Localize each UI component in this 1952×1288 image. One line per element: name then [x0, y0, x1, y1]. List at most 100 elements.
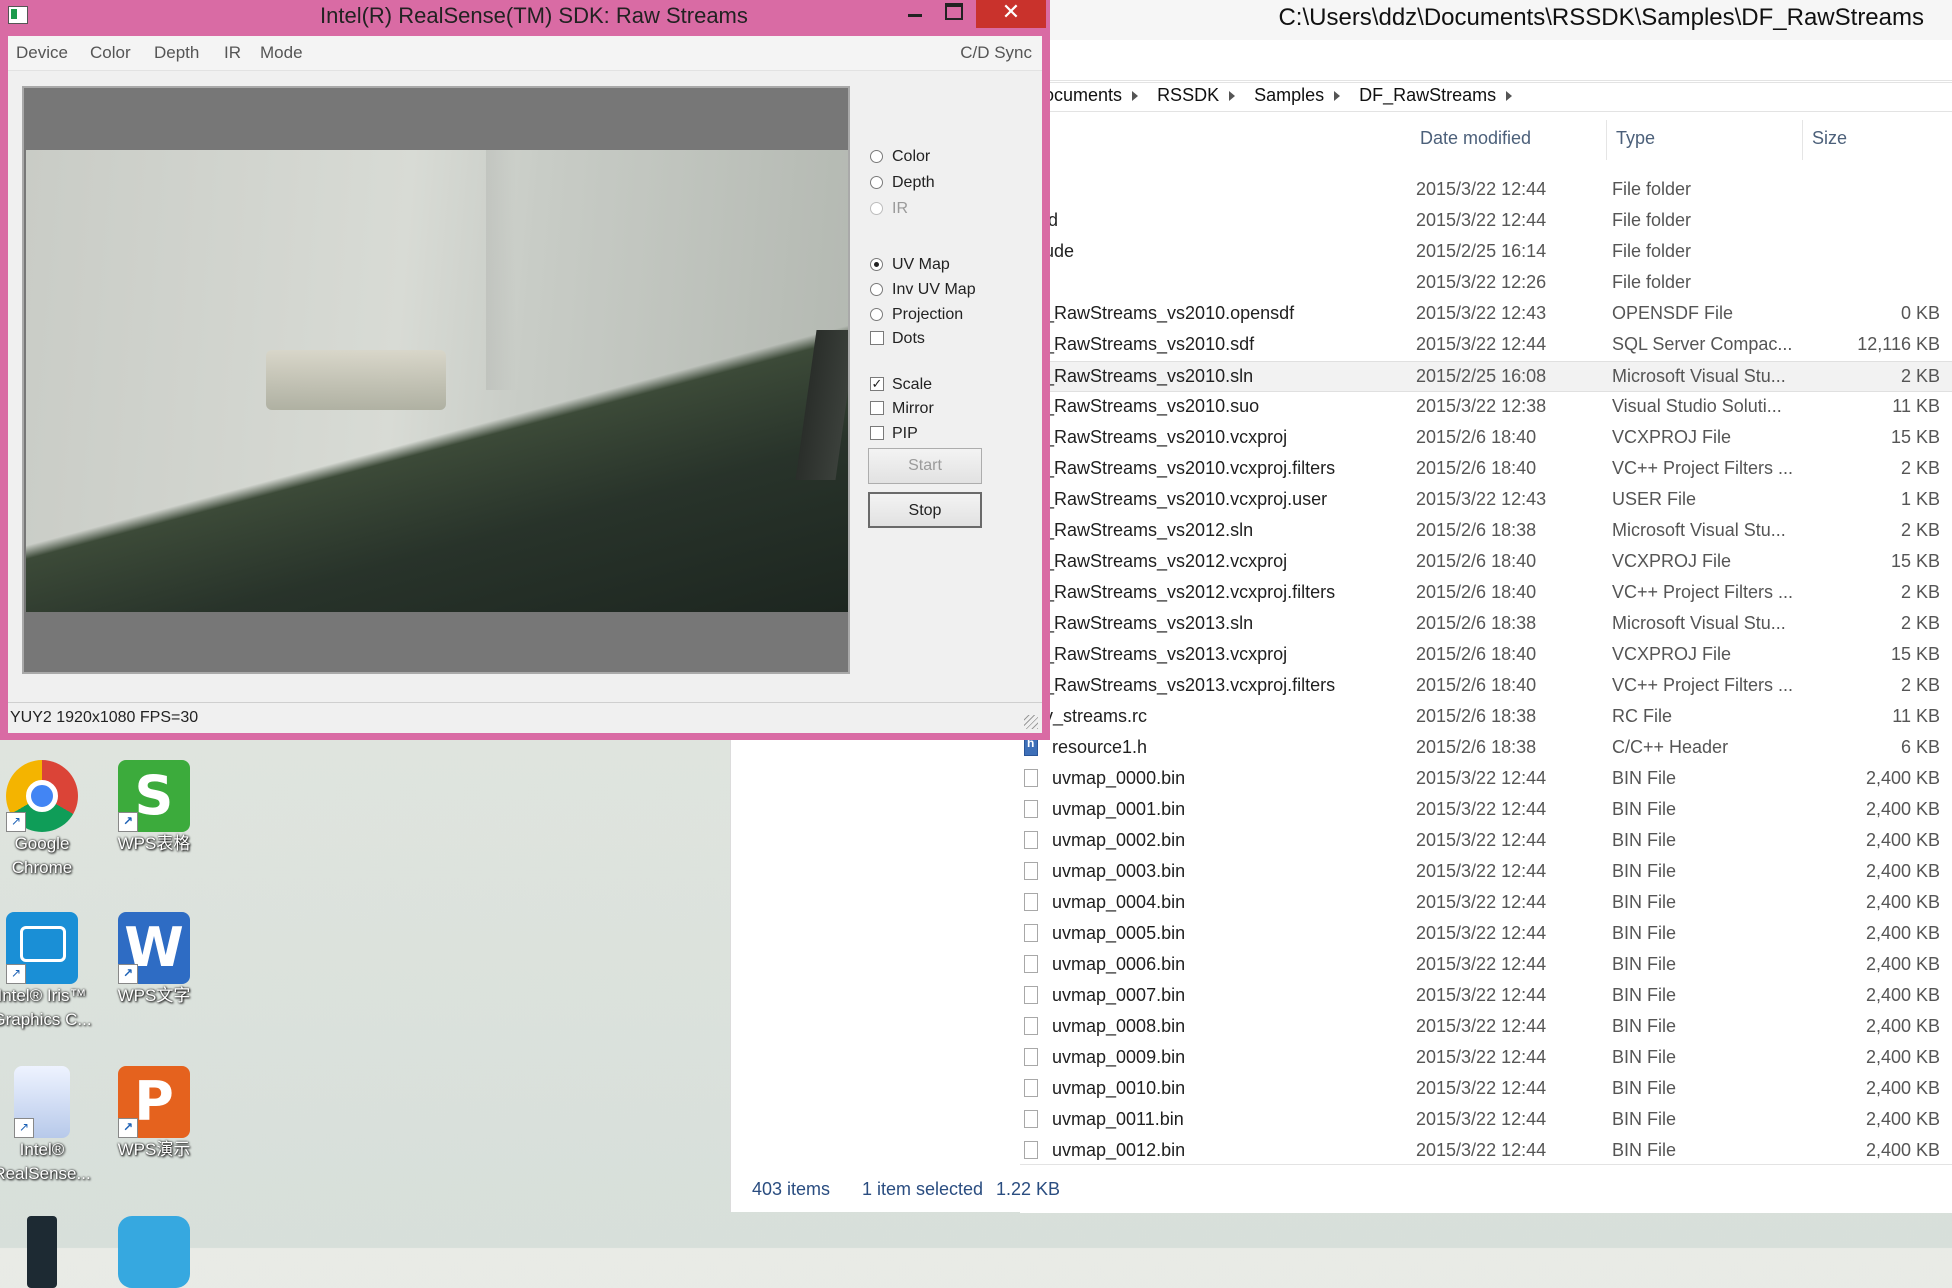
minimize-button[interactable] — [900, 0, 930, 28]
file-date-modified: 2015/3/22 12:26 — [1416, 272, 1547, 292]
file-row[interactable]: uvmap_0006.bin 2015/3/22 12:44 BIN File 2,4… — [1020, 950, 1952, 981]
file-row[interactable]: uvmap_0007.bin 2015/3/22 12:44 BIN File 2,4… — [1020, 981, 1952, 1012]
desktop-icon-label: Chrome — [11, 858, 73, 877]
resize-grip-icon[interactable] — [1024, 715, 1038, 729]
file-date-modified: 2015/2/25 16:08 — [1416, 366, 1547, 386]
file-row[interactable]: uvmap_0011.bin 2015/3/22 12:44 BIN File 2,4… — [1020, 1105, 1952, 1136]
breadcrumb-samples[interactable]: Samples — [1254, 85, 1324, 106]
desktop-icon-chrome[interactable]: ↗ Google Chrome — [0, 760, 92, 880]
close-button[interactable]: ✕ — [976, 0, 1046, 28]
file-date-modified: 2015/3/22 12:44 — [1416, 799, 1547, 819]
file-row[interactable]: uvmap_0012.bin 2015/3/22 12:44 BIN File 2,4… — [1020, 1136, 1952, 1167]
file-row[interactable]: uvmap_0004.bin 2015/3/22 12:44 BIN File 2,4… — [1020, 888, 1952, 919]
file-icon — [1024, 1048, 1038, 1066]
shortcut-arrow-icon: ↗ — [14, 1118, 34, 1138]
file-row[interactable]: uvmap_0009.bin 2015/3/22 12:44 BIN File 2,4… — [1020, 1043, 1952, 1074]
address-bar[interactable]: ocuments RSSDK Samples DF_RawStreams — [1020, 82, 1952, 112]
breadcrumb-documents[interactable]: ocuments — [1044, 85, 1122, 106]
explorer-navigation-pane[interactable] — [730, 740, 1021, 1212]
file-row[interactable]: ude 2015/2/25 16:14 File folder — [1020, 237, 1952, 268]
file-row[interactable]: ld 2015/3/22 12:44 File folder — [1020, 206, 1952, 237]
file-row[interactable]: _RawStreams_vs2010.vcxproj 2015/2/6 18:40… — [1020, 423, 1952, 454]
file-row[interactable]: _RawStreams_vs2010.sln 2015/2/25 16:08 Mic… — [1020, 361, 1952, 392]
file-row[interactable]: _RawStreams_vs2010.opensdf 2015/3/22 12:4… — [1020, 299, 1952, 330]
file-date-modified: 2015/3/22 12:43 — [1416, 303, 1547, 323]
radio-inv-uv-map-indicator[interactable] — [870, 283, 883, 296]
desktop-icon-qq[interactable] — [104, 1216, 204, 1288]
radio-uv-map-indicator[interactable] — [870, 258, 883, 271]
file-row[interactable]: resource1.h 2015/2/6 18:38 C/C++ Header 6 K… — [1020, 733, 1952, 764]
desktop-icon-intel-iris[interactable]: ↗ Intel® Iris™ Graphics C... — [0, 912, 92, 1032]
file-row[interactable]: _RawStreams_vs2012.vcxproj.filters 2015/2… — [1020, 578, 1952, 609]
column-divider[interactable] — [1802, 120, 1803, 160]
file-row[interactable]: _RawStreams_vs2013.sln 2015/2/6 18:38 Micr… — [1020, 609, 1952, 640]
file-date-modified: 2015/2/6 18:38 — [1416, 737, 1537, 757]
file-row[interactable]: uvmap_0008.bin 2015/3/22 12:44 BIN File 2,4… — [1020, 1012, 1952, 1043]
cd-sync-menu[interactable]: C/D Sync — [960, 43, 1032, 63]
file-row[interactable]: _RawStreams_vs2012.vcxproj 2015/2/6 18:40… — [1020, 547, 1952, 578]
radio-ir-label: IR — [892, 200, 908, 217]
header-file-icon — [1024, 736, 1038, 756]
menu-depth[interactable]: Depth — [154, 43, 199, 63]
start-button[interactable]: Start — [868, 448, 982, 484]
file-name: _RawStreams_vs2010.vcxproj.user — [1044, 489, 1328, 509]
file-row[interactable]: _RawStreams_vs2010.suo 2015/3/22 12:38 Vis… — [1020, 392, 1952, 423]
radio-projection-indicator[interactable] — [870, 308, 883, 321]
file-size: 11 KB — [1892, 396, 1940, 416]
file-row[interactable]: 2015/3/22 12:44 File folder — [1020, 175, 1952, 206]
file-row[interactable]: _RawStreams_vs2012.sln 2015/2/6 18:38 Micr… — [1020, 516, 1952, 547]
column-header-type[interactable]: Type — [1616, 128, 1655, 149]
desktop-icon-label: Graphics C... — [0, 1010, 92, 1029]
menu-ir[interactable]: IR — [224, 43, 241, 63]
menu-device[interactable]: Device — [16, 43, 68, 63]
menu-color[interactable]: Color — [90, 43, 131, 63]
file-date-modified: 2015/2/6 18:40 — [1416, 582, 1537, 602]
column-header-date[interactable]: Date modified — [1420, 128, 1531, 149]
chevron-right-icon[interactable] — [1132, 91, 1139, 102]
file-row[interactable]: _RawStreams_vs2010.vcxproj.filters 2015/2… — [1020, 454, 1952, 485]
file-date-modified: 2015/3/22 12:43 — [1416, 489, 1547, 509]
desktop-icon-wps-spreadsheet[interactable]: S ↗ WPS表格 — [104, 760, 204, 856]
file-row[interactable]: uvmap_0000.bin 2015/3/22 12:44 BIN File 2,4… — [1020, 764, 1952, 795]
maximize-button[interactable] — [938, 0, 968, 28]
file-row[interactable]: _RawStreams_vs2010.sdf 2015/3/22 12:44 SQL… — [1020, 330, 1952, 361]
menu-mode[interactable]: Mode — [260, 43, 303, 63]
realsense-client-area: Device Color Depth IR Mode C/D Sync Colo… — [8, 36, 1042, 733]
file-row[interactable]: _RawStreams_vs2010.vcxproj.user 2015/3/22… — [1020, 485, 1952, 516]
chevron-right-icon[interactable] — [1229, 91, 1236, 102]
column-divider[interactable] — [1606, 120, 1607, 160]
chevron-right-icon[interactable] — [1334, 91, 1341, 102]
column-header-size[interactable]: Size — [1812, 128, 1847, 149]
checkbox-pip-box[interactable] — [870, 426, 884, 440]
desktop-icon-wps-presentation[interactable]: P ↗ WPS演示 — [104, 1066, 204, 1162]
file-row[interactable]: _RawStreams_vs2013.vcxproj.filters 2015/2… — [1020, 671, 1952, 702]
file-row[interactable]: uvmap_0003.bin 2015/3/22 12:44 BIN File 2,4… — [1020, 857, 1952, 888]
file-row[interactable]: uvmap_0010.bin 2015/3/22 12:44 BIN File 2,4… — [1020, 1074, 1952, 1105]
radio-color-indicator[interactable] — [870, 150, 883, 163]
stop-button[interactable]: Stop — [868, 492, 982, 528]
file-date-modified: 2015/3/22 12:44 — [1416, 892, 1547, 912]
checkbox-dots-box[interactable] — [870, 331, 884, 345]
breadcrumb-df-rawstreams[interactable]: DF_RawStreams — [1359, 85, 1496, 106]
desktop-icon-phone[interactable] — [0, 1216, 92, 1288]
checkbox-scale-box[interactable]: ✓ — [870, 377, 884, 391]
radio-depth-indicator[interactable] — [870, 176, 883, 189]
desktop-icon-wps-writer[interactable]: W ↗ WPS文字 — [104, 912, 204, 1008]
file-row[interactable]: uvmap_0002.bin 2015/3/22 12:44 BIN File 2,4… — [1020, 826, 1952, 857]
chevron-right-icon[interactable] — [1506, 91, 1513, 102]
checkbox-mirror-box[interactable] — [870, 401, 884, 415]
desktop-icon-intel-realsense[interactable]: ↗ Intel® RealSense... — [0, 1066, 92, 1186]
file-type: BIN File — [1612, 768, 1677, 788]
realsense-title-bar[interactable]: Intel(R) RealSense(TM) SDK: Raw Streams … — [0, 0, 1050, 32]
file-type: BIN File — [1612, 861, 1677, 881]
file-row[interactable]: v_streams.rc 2015/2/6 18:38 RC File 11 KB — [1020, 702, 1952, 733]
explorer-title-bar[interactable]: C:\Users\ddz\Documents\RSSDK\Samples\DF_… — [1020, 0, 1952, 40]
file-row[interactable]: uvmap_0001.bin 2015/3/22 12:44 BIN File 2,4… — [1020, 795, 1952, 826]
breadcrumb-rssdk[interactable]: RSSDK — [1157, 85, 1219, 106]
app-icon[interactable] — [8, 6, 28, 24]
file-size: 2,400 KB — [1865, 923, 1940, 943]
file-row[interactable]: 2015/3/22 12:26 File folder — [1020, 268, 1952, 299]
file-row[interactable]: uvmap_0005.bin 2015/3/22 12:44 BIN File 2,4… — [1020, 919, 1952, 950]
file-row[interactable]: _RawStreams_vs2013.vcxproj 2015/2/6 18:40… — [1020, 640, 1952, 671]
file-date-modified: 2015/3/22 12:44 — [1416, 954, 1547, 974]
